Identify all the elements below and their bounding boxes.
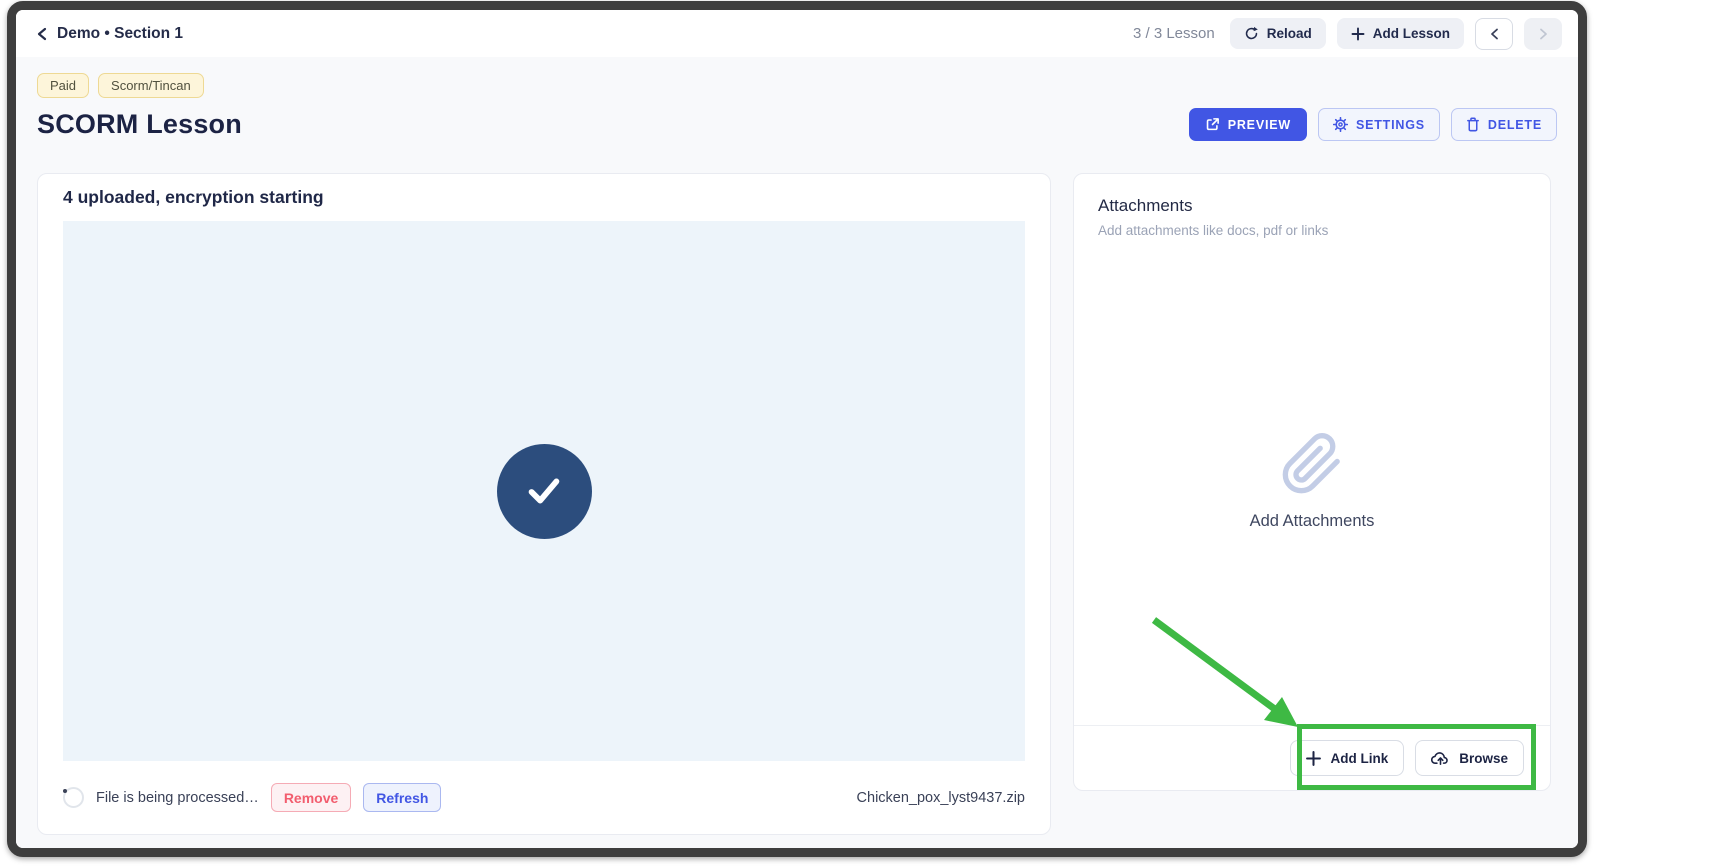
upload-status-heading: 4 uploaded, encryption starting [63,187,1025,208]
breadcrumb[interactable]: Demo • Section 1 [36,25,183,43]
title-row: SCORM Lesson PREVIEW SETTINGS [37,108,1557,141]
uploaded-file-name: Chicken_pox_lyst9437.zip [857,790,1025,806]
lesson-type-badge: Scorm/Tincan [98,73,204,98]
chevron-left-icon [1490,28,1499,40]
previous-lesson-button[interactable] [1475,18,1513,50]
upload-dropzone [63,221,1025,761]
plus-icon [1306,751,1321,766]
remove-file-button[interactable]: Remove [271,783,351,812]
settings-button[interactable]: SETTINGS [1318,108,1440,141]
preview-label: PREVIEW [1228,118,1291,132]
attachments-header: Attachments Add attachments like docs, p… [1074,174,1550,238]
gear-icon [1333,117,1348,132]
add-link-label: Add Link [1330,751,1388,766]
paid-badge: Paid [37,73,89,98]
add-link-button[interactable]: Add Link [1290,740,1404,776]
browse-label: Browse [1459,751,1508,766]
refresh-status-button[interactable]: Refresh [363,783,441,812]
top-bar-actions: 3 / 3 Lesson Reload Add Lesson [1133,18,1562,50]
settings-label: SETTINGS [1356,118,1425,132]
chevron-right-icon [1539,28,1548,40]
attachments-card: Attachments Add attachments like docs, p… [1073,173,1551,791]
next-lesson-button[interactable] [1524,18,1562,50]
lesson-actions: PREVIEW SETTINGS DELETE [1189,108,1557,141]
attachments-empty-state[interactable]: Add Attachments [1074,432,1550,531]
attachments-title: Attachments [1098,196,1526,216]
back-chevron-icon[interactable] [36,27,48,41]
browse-button[interactable]: Browse [1415,740,1524,776]
plus-icon [1351,27,1365,41]
breadcrumb-label: Demo • Section 1 [57,25,183,43]
external-link-icon [1205,117,1220,132]
page-title: SCORM Lesson [37,109,242,140]
delete-label: DELETE [1488,118,1542,132]
content-columns: 4 uploaded, encryption starting File is … [37,173,1557,835]
add-attachments-label: Add Attachments [1250,512,1375,531]
lesson-count: 3 / 3 Lesson [1133,25,1215,42]
reload-label: Reload [1267,26,1312,41]
processing-spinner-icon [63,787,84,808]
attachments-subtitle: Add attachments like docs, pdf or links [1098,223,1526,238]
add-lesson-label: Add Lesson [1373,26,1450,41]
reload-button[interactable]: Reload [1230,18,1326,49]
processing-status-text: File is being processed… [96,790,259,806]
checkmark-icon [521,468,567,514]
upload-footer: File is being processed… Remove Refresh … [63,761,1025,834]
scorm-upload-card: 4 uploaded, encryption starting File is … [37,173,1051,835]
reload-icon [1244,26,1259,41]
page-body: Paid Scorm/Tincan SCORM Lesson PREVIEW S… [16,57,1578,848]
lesson-badges: Paid Scorm/Tincan [37,73,1557,98]
upload-success-badge [497,444,592,539]
delete-button[interactable]: DELETE [1451,108,1557,141]
cloud-upload-icon [1431,750,1450,766]
add-lesson-button[interactable]: Add Lesson [1337,18,1464,49]
preview-button[interactable]: PREVIEW [1189,108,1307,141]
paperclip-icon [1280,432,1344,496]
top-bar: Demo • Section 1 3 / 3 Lesson Reload Add… [16,10,1578,57]
attachments-footer: Add Link Browse [1074,725,1550,790]
trash-icon [1466,117,1480,132]
app-window: Demo • Section 1 3 / 3 Lesson Reload Add… [7,1,1587,857]
